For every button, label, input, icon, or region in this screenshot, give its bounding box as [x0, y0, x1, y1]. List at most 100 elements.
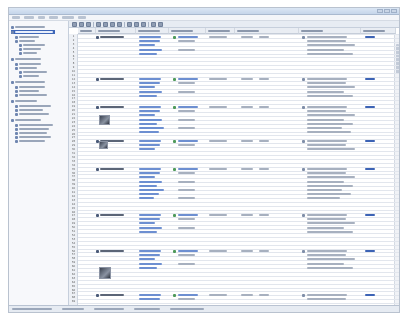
record-sub-link[interactable]	[139, 218, 160, 221]
record-link[interactable]	[178, 294, 198, 296]
row-divider	[78, 236, 399, 238]
record-sub-link[interactable]	[139, 262, 162, 265]
sidebar-tree-item[interactable]	[15, 139, 47, 143]
record-link[interactable]	[139, 36, 161, 38]
record-link[interactable]	[365, 106, 375, 108]
record-name[interactable]	[100, 106, 124, 108]
record-sub-link[interactable]	[139, 131, 159, 134]
record-link[interactable]	[365, 250, 375, 252]
sidebar-tree-item[interactable]	[11, 118, 43, 122]
menu-item[interactable]	[49, 16, 58, 19]
sidebar-tree-item[interactable]	[15, 112, 51, 116]
record-value	[259, 140, 269, 142]
record-link[interactable]	[139, 214, 161, 216]
column-header-label	[98, 30, 120, 32]
record-link[interactable]	[365, 168, 375, 170]
record-sub-link[interactable]	[139, 230, 157, 233]
row-divider	[78, 197, 399, 199]
row-divider	[78, 69, 399, 71]
record-sub-link[interactable]	[139, 266, 157, 269]
minimize-button[interactable]	[377, 9, 383, 13]
record-sub-link[interactable]	[139, 48, 162, 51]
menu-item[interactable]	[62, 16, 74, 19]
sidebar-tree-item[interactable]	[11, 99, 39, 103]
record-sub-link[interactable]	[139, 90, 162, 93]
record-sub-link[interactable]	[139, 193, 159, 196]
record-sub-link[interactable]	[139, 40, 160, 43]
record-sub-value	[307, 298, 346, 301]
record-link[interactable]	[365, 294, 375, 296]
row-divider	[78, 166, 399, 168]
record-link[interactable]	[365, 214, 375, 216]
record-name[interactable]	[100, 168, 124, 170]
save-icon[interactable]	[103, 22, 108, 27]
record-link[interactable]	[178, 140, 198, 142]
record-sub-link[interactable]	[139, 180, 162, 183]
record-link[interactable]	[365, 36, 375, 38]
row-divider	[78, 178, 399, 180]
record-name[interactable]	[100, 294, 124, 296]
record-sub-link[interactable]	[139, 94, 157, 97]
sidebar-tree-item[interactable]	[19, 74, 41, 78]
record-sub-link[interactable]	[139, 172, 160, 175]
record-link[interactable]	[178, 106, 198, 108]
sidebar-tree-item[interactable]	[19, 51, 39, 55]
record-link[interactable]	[365, 140, 375, 142]
sidebar-tree-item[interactable]	[11, 30, 55, 34]
menu-item[interactable]	[38, 16, 45, 19]
title-bar	[9, 8, 399, 15]
record-link[interactable]	[139, 294, 161, 296]
forward-icon[interactable]	[79, 22, 84, 27]
record-sub-link[interactable]	[139, 254, 160, 257]
new-icon[interactable]	[86, 22, 91, 27]
record-link[interactable]	[139, 78, 161, 80]
refresh-icon[interactable]	[141, 22, 146, 27]
record-sub-link[interactable]	[139, 189, 164, 191]
record-sub-link[interactable]	[139, 110, 160, 113]
sidebar-tree-item[interactable]	[11, 25, 47, 29]
record-link[interactable]	[178, 78, 198, 80]
record-name[interactable]	[100, 250, 124, 252]
record-link[interactable]	[178, 36, 198, 38]
record-link[interactable]	[178, 214, 198, 216]
filter-icon[interactable]	[127, 22, 132, 27]
record-link[interactable]	[178, 168, 198, 170]
record-sub-value	[178, 90, 195, 93]
record-sub-link[interactable]	[139, 144, 160, 147]
record-link[interactable]	[139, 106, 161, 108]
record-sub-link[interactable]	[139, 122, 157, 125]
record-sub-value	[307, 118, 344, 121]
record-sub-link[interactable]	[139, 298, 160, 301]
record-sub-link[interactable]	[139, 226, 162, 229]
record-sub-link[interactable]	[139, 52, 157, 55]
back-icon[interactable]	[72, 22, 77, 27]
sort-icon[interactable]	[134, 22, 139, 27]
record-name[interactable]	[100, 78, 124, 80]
record-link[interactable]	[365, 78, 375, 80]
record-sub-link[interactable]	[139, 184, 157, 187]
record-link[interactable]	[139, 168, 161, 170]
record-link[interactable]	[139, 250, 161, 252]
record-sub-link[interactable]	[139, 118, 162, 121]
search-icon[interactable]	[117, 22, 122, 27]
settings-icon[interactable]	[151, 22, 156, 27]
record-name[interactable]	[100, 214, 124, 216]
record-sub-link[interactable]	[139, 82, 160, 85]
record-sub-link[interactable]	[139, 197, 154, 200]
print-icon[interactable]	[110, 22, 115, 27]
close-button[interactable]	[391, 9, 397, 13]
sidebar-tree-item[interactable]	[15, 93, 49, 97]
sidebar-tree-item[interactable]	[11, 57, 43, 61]
record-sub-link[interactable]	[139, 127, 164, 129]
record-link[interactable]	[178, 250, 198, 252]
sidebar-tree-item[interactable]	[11, 80, 47, 84]
menu-item[interactable]	[24, 16, 34, 19]
menu-item[interactable]	[12, 16, 20, 19]
menu-item[interactable]	[78, 16, 86, 19]
record-sub-link[interactable]	[139, 222, 155, 225]
maximize-button[interactable]	[384, 9, 390, 13]
help-icon[interactable]	[158, 22, 163, 27]
record-name[interactable]	[100, 36, 124, 38]
record-link[interactable]	[139, 140, 161, 142]
open-icon[interactable]	[96, 22, 101, 27]
